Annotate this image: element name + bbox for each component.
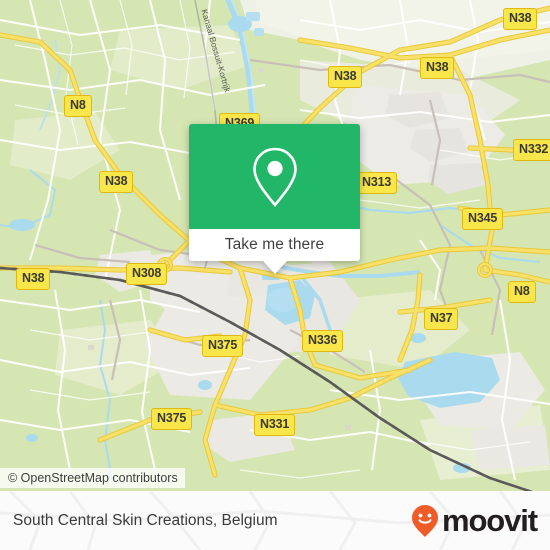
road-shield-n375: N375 bbox=[151, 408, 193, 430]
road-shield-n345: N345 bbox=[462, 208, 504, 230]
road-shield-n8: N8 bbox=[64, 95, 92, 117]
popup-image-area bbox=[189, 124, 360, 229]
road-shield-n332: N332 bbox=[513, 139, 550, 161]
road-shield-n38: N38 bbox=[503, 8, 538, 30]
road-shield-n331: N331 bbox=[254, 414, 296, 436]
road-shield-n336: N336 bbox=[302, 330, 344, 352]
road-shield-n38: N38 bbox=[99, 171, 134, 193]
footer-bar: South Central Skin Creations, Belgium mo… bbox=[0, 491, 550, 550]
road-shield-n38: N38 bbox=[420, 57, 455, 79]
road-shield-n8: N8 bbox=[508, 281, 536, 303]
road-shield-n375: N375 bbox=[202, 335, 244, 357]
popup-pointer-tail bbox=[262, 261, 287, 274]
location-popup-card[interactable]: Take me there bbox=[189, 124, 360, 274]
road-shield-n37: N37 bbox=[424, 308, 459, 330]
moovit-map-screenshot: Kanaal Bossuit-Kortrijk N8 N369 N38 N38 N38 N… bbox=[0, 0, 550, 550]
road-shield-n308: N308 bbox=[126, 263, 168, 285]
osm-attribution[interactable]: © OpenStreetMap contributors bbox=[0, 468, 185, 488]
take-me-there-label: Take me there bbox=[224, 236, 325, 253]
map-canvas[interactable]: Kanaal Bossuit-Kortrijk N8 N369 N38 N38 N38 N… bbox=[0, 0, 550, 491]
moovit-smiley-pin-icon bbox=[411, 504, 438, 537]
road-shield-n38: N38 bbox=[328, 66, 363, 88]
moovit-logo[interactable]: moovit bbox=[410, 503, 538, 538]
place-title: South Central Skin Creations, Belgium bbox=[13, 511, 278, 529]
road-shield-n38: N38 bbox=[16, 268, 51, 290]
popup-action-bar[interactable]: Take me there bbox=[189, 229, 360, 274]
map-pin-icon bbox=[252, 147, 297, 207]
road-shield-n313: N313 bbox=[356, 172, 398, 194]
moovit-wordmark: moovit bbox=[441, 503, 538, 538]
